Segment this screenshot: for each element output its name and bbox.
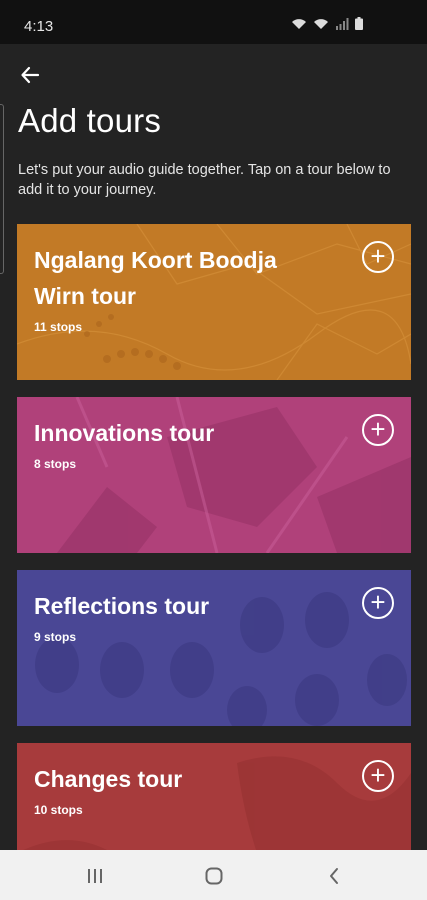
tour-card-changes[interactable]: Changes tour 10 stops + <box>17 743 411 850</box>
back-button[interactable] <box>14 59 46 91</box>
plus-icon: + <box>370 414 386 444</box>
status-icons <box>291 17 363 30</box>
plus-icon: + <box>370 241 386 271</box>
wifi-call-icon <box>314 18 328 29</box>
wifi-icon <box>292 18 306 29</box>
tour-title: Reflections tour <box>34 593 210 619</box>
recent-apps-icon <box>88 869 102 883</box>
tour-title: Ngalang Koort Boodja Wirn tour <box>34 247 277 309</box>
add-tours-screen: Add tours Let's put your audio guide tog… <box>0 44 427 850</box>
status-bar: 4:13 <box>0 0 427 44</box>
home-button[interactable] <box>194 863 234 889</box>
tour-title: Innovations tour <box>34 420 215 446</box>
add-tour-button[interactable]: + <box>362 414 394 446</box>
signal-icon <box>336 17 349 30</box>
page-title: Add tours <box>18 102 162 139</box>
tour-stops: 8 stops <box>34 457 77 471</box>
home-icon <box>205 867 223 885</box>
system-nav-bar <box>0 850 427 900</box>
plus-icon: + <box>370 760 386 790</box>
tour-card-innovations[interactable]: Innovations tour 8 stops + <box>17 397 411 553</box>
nav-back-button[interactable] <box>314 863 354 889</box>
battery-icon <box>355 17 363 30</box>
tour-card-ngalang[interactable]: Ngalang Koort Boodja Wirn tour 11 stops … <box>17 224 411 380</box>
tour-stops: 10 stops <box>34 803 83 817</box>
arrow-left-icon <box>21 66 40 84</box>
page-subtitle: Let's put your audio guide together. Tap… <box>18 162 391 198</box>
status-time: 4:13 <box>24 18 54 35</box>
add-tour-button[interactable]: + <box>362 760 394 792</box>
add-tour-button[interactable]: + <box>362 587 394 619</box>
tour-card-reflections[interactable]: Reflections tour 9 stops + <box>17 570 411 726</box>
tour-title: Changes tour <box>34 766 183 792</box>
edge-panel-handle[interactable] <box>0 104 4 274</box>
tour-stops: 11 stops <box>34 320 83 334</box>
tour-stops: 9 stops <box>34 630 77 644</box>
add-tour-button[interactable]: + <box>362 241 394 273</box>
recent-apps-button[interactable] <box>75 863 115 889</box>
chevron-left-icon <box>330 868 338 884</box>
plus-icon: + <box>370 587 386 617</box>
